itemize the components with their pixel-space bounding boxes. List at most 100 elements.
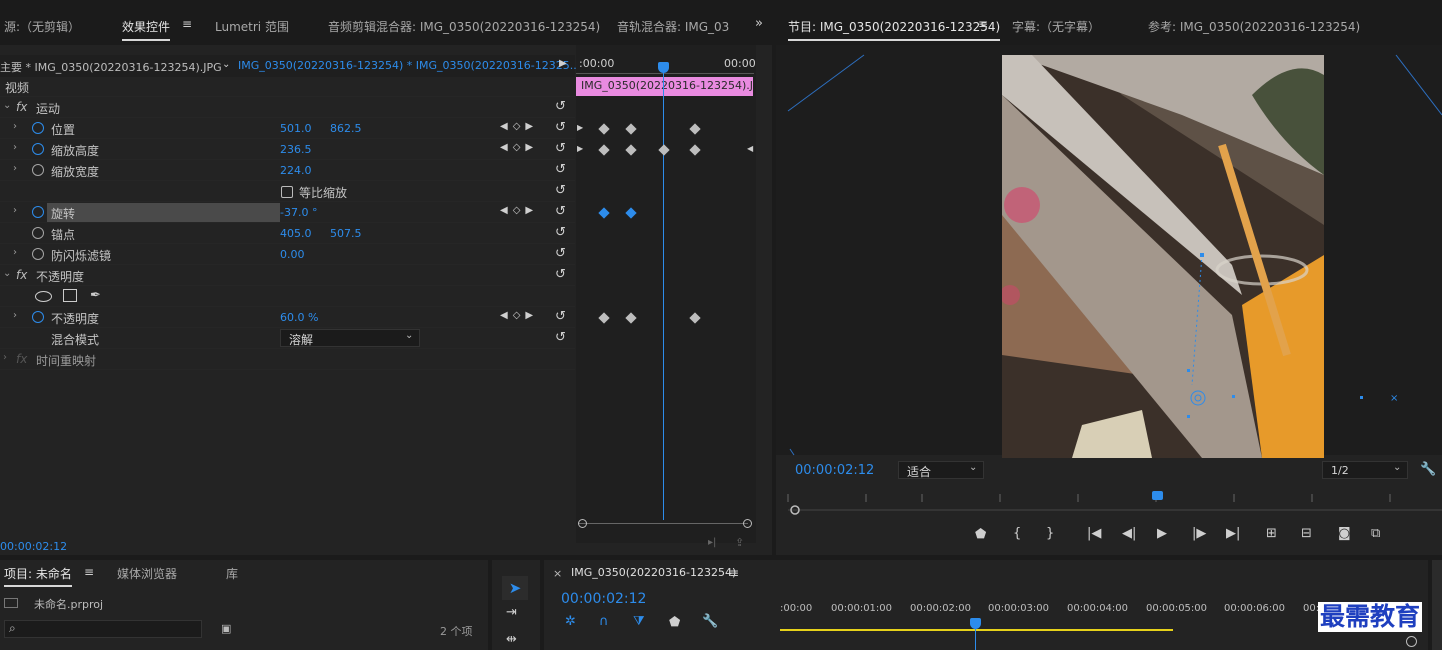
keyframe[interactable] [689,312,701,324]
keyframe-area[interactable]: ▶ ▶ ◀ [576,118,756,338]
reset-icon[interactable]: ↺ [555,99,566,114]
program-ruler[interactable] [776,488,1442,518]
position-row[interactable]: › 位置 501.0 862.5 ◀◇▶ ↺ [0,118,575,139]
step-back-icon[interactable]: ◀| [1122,526,1136,541]
project-search-input[interactable]: ⌕ [4,620,202,638]
position-x-value[interactable]: 501.0 [280,122,312,135]
keyframe[interactable] [689,123,701,135]
fx-icon[interactable]: fx [16,268,27,282]
program-image[interactable] [1002,55,1324,458]
add-marker-icon[interactable]: ⬟ [669,615,680,630]
scroll-handle-right[interactable] [743,519,752,528]
uniform-scale-row[interactable]: 等比缩放 ↺ [0,181,575,202]
mark-in-icon[interactable]: { [1013,526,1021,541]
scroll-handle-left[interactable] [578,519,587,528]
scale-height-value[interactable]: 236.5 [280,143,312,156]
keyframe-nav[interactable]: ◀◇▶ [500,310,538,321]
ellipse-mask-icon[interactable] [35,291,52,302]
marker-icon[interactable]: ⬟ [975,527,986,542]
motion-row[interactable]: ⌄ fx 运动 ↺ [0,97,575,118]
keyframe-nav[interactable]: ◀◇▶ [500,205,538,216]
blend-mode-row[interactable]: 混合模式 溶解 ⌄ ↺ [0,328,575,349]
reset-icon[interactable]: ↺ [555,225,566,240]
lift-icon[interactable]: ⊞ [1266,526,1277,541]
timeline-scroll-handle[interactable] [1406,636,1417,647]
tab-source[interactable]: 源:（无剪辑） [4,18,80,35]
panel-menu-icon[interactable]: ≡ [84,565,94,579]
chevron-right-icon[interactable]: › [13,121,17,132]
tab-audio-track-mixer[interactable]: 音轨混合器: IMG_03 [617,18,732,35]
tab-captions[interactable]: 字幕:（无字幕） [1012,18,1100,35]
keyframe[interactable] [598,123,610,135]
stopwatch-icon[interactable] [32,311,44,323]
chevron-down-icon[interactable]: ⌄ [3,268,11,279]
export-icon[interactable]: ⇪ [735,536,744,549]
keyframe[interactable] [625,123,637,135]
chevron-right-icon[interactable]: › [3,352,7,363]
reset-icon[interactable]: ↺ [555,204,566,219]
tab-library[interactable]: 库 [226,565,238,582]
scale-width-value[interactable]: 224.0 [280,164,312,177]
keyframe[interactable] [598,144,610,156]
stopwatch-icon[interactable] [32,227,44,239]
stopwatch-icon[interactable] [32,248,44,260]
new-bin-icon[interactable]: ▣ [221,622,231,635]
opacity-row[interactable]: › 不透明度 60.0 % ◀◇▶ ↺ [0,307,575,328]
timeline-playhead-line[interactable] [975,628,976,650]
chevron-right-icon[interactable]: › [13,310,17,321]
master-clip-label[interactable]: 主要 * IMG_0350(20220316-123254).JPG [0,59,222,75]
reset-icon[interactable]: ↺ [555,330,566,345]
ripple-edit-icon[interactable]: ⇹ [506,632,517,647]
keyframe-nav[interactable]: ◀◇▶ [500,121,538,132]
panel-menu-icon[interactable]: ≡ [182,17,192,31]
transform-handle-x[interactable]: × [1390,393,1398,404]
scale-height-row[interactable]: › 缩放高度 236.5 ◀◇▶ ↺ [0,139,575,160]
keyframe-nav[interactable]: ◀◇▶ [500,142,538,153]
rotation-value[interactable]: -37.0 ° [280,206,317,219]
play-small-icon[interactable]: ▶ [559,58,567,69]
camera-icon[interactable]: ◙ [1338,526,1351,541]
time-remap-row[interactable]: › fx 时间重映射 [0,349,575,370]
transform-handle[interactable] [1360,396,1363,399]
resolution-select[interactable]: 1/2 ⌄ [1322,461,1408,479]
chevron-right-icon[interactable]: › [13,247,17,258]
keyframe-selected[interactable] [598,207,610,219]
play-icon[interactable]: ▶ [1157,526,1167,541]
blend-mode-select[interactable]: 溶解 ⌄ [280,329,420,347]
stopwatch-icon[interactable] [32,206,44,218]
snap-icon[interactable]: ∩ [599,614,609,629]
keyframe[interactable] [625,144,637,156]
work-area-bar[interactable] [780,629,1173,631]
overflow-chevron-icon[interactable]: » [755,16,763,31]
rotation-row[interactable]: › 旋转 -37.0 ° ◀◇▶ ↺ [0,202,575,223]
scale-width-row[interactable]: › 缩放宽度 224.0 ↺ [0,160,575,181]
tab-reference[interactable]: 参考: IMG_0350(20220316-123254) [1148,18,1360,35]
clip-bar[interactable]: IMG_0350(20220316-123254).JPG [576,77,753,96]
reset-icon[interactable]: ↺ [555,183,566,198]
fx-icon[interactable]: fx [16,100,27,114]
flicker-row[interactable]: › 防闪烁滤镜 0.00 ↺ [0,244,575,265]
go-to-in-icon[interactable]: |◀ [1087,526,1101,541]
pen-mask-icon[interactable]: ✒ [90,288,101,303]
program-timecode[interactable]: 00:00:02:12 [795,463,874,478]
reset-icon[interactable]: ↺ [555,141,566,156]
rectangle-mask-icon[interactable] [63,289,77,302]
chevron-right-icon[interactable]: › [13,163,17,174]
nest-icon[interactable]: ✲ [565,614,576,629]
timeline-settings-icon[interactable]: 🔧 [702,614,718,629]
position-y-value[interactable]: 862.5 [330,122,362,135]
stopwatch-icon[interactable] [32,164,44,176]
stopwatch-icon[interactable] [32,143,44,155]
flicker-value[interactable]: 0.00 [280,248,305,261]
anchor-x-value[interactable]: 405.0 [280,227,312,240]
reset-icon[interactable]: ↺ [555,309,566,324]
chevron-down-icon[interactable]: ⌄ [222,59,230,70]
panel-menu-icon[interactable]: ≡ [978,17,988,31]
extract-icon[interactable]: ⊟ [1301,526,1312,541]
clip-label[interactable]: IMG_0350(20220316-123254) * IMG_0350(202… [238,59,580,72]
linked-selection-icon[interactable]: ⧩ [633,614,645,629]
tab-media-browser[interactable]: 媒体浏览器 [117,565,177,582]
tab-audio-clip-mixer[interactable]: 音频剪辑混合器: IMG_0350(20220316-123254) [328,18,600,35]
chevron-down-icon[interactable]: ⌄ [3,100,11,111]
tab-effect-controls[interactable]: 效果控件 [122,18,171,41]
